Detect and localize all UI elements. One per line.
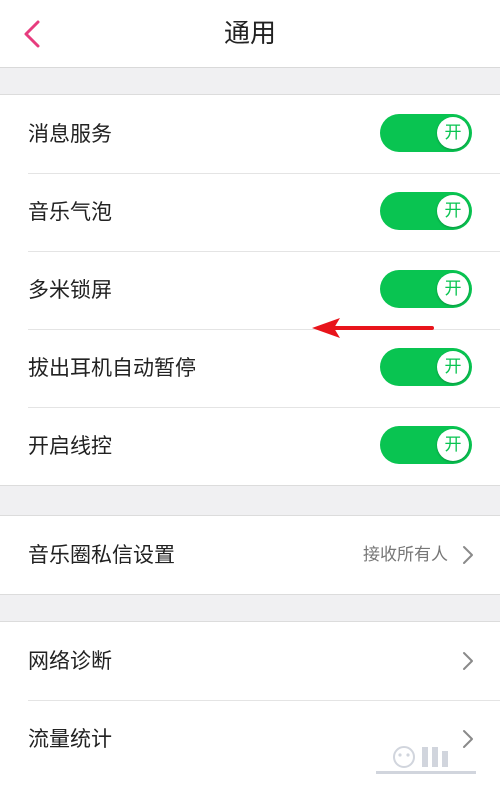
- setting-row-message-service: 消息服务 开: [0, 95, 500, 173]
- navigation-bar: 通用: [0, 0, 500, 68]
- back-button[interactable]: [20, 16, 50, 52]
- chevron-right-icon: [463, 546, 473, 564]
- toggle-knob: 开: [437, 351, 469, 383]
- setting-value: 接收所有人: [363, 545, 448, 565]
- setting-label: 流量统计: [28, 727, 112, 751]
- toggle-settings-group: 消息服务 开 音乐气泡 开 多米锁屏 开 拔出耳机自动暂停 开 开启线控 开: [0, 94, 500, 486]
- chevron-right-icon: [463, 652, 473, 670]
- headphone-pause-toggle[interactable]: 开: [380, 348, 472, 386]
- music-bubble-toggle[interactable]: 开: [380, 192, 472, 230]
- setting-label: 拔出耳机自动暂停: [28, 356, 196, 380]
- setting-label: 消息服务: [28, 122, 112, 146]
- setting-label: 多米锁屏: [28, 278, 112, 302]
- setting-row-traffic-stats[interactable]: 流量统计: [0, 700, 500, 778]
- setting-label: 音乐圈私信设置: [28, 543, 175, 567]
- message-service-toggle[interactable]: 开: [380, 114, 472, 152]
- lockscreen-toggle[interactable]: 开: [380, 270, 472, 308]
- toggle-knob: 开: [437, 195, 469, 227]
- privacy-settings-group: 音乐圈私信设置 接收所有人: [0, 515, 500, 595]
- setting-row-music-bubble: 音乐气泡 开: [0, 173, 500, 251]
- wire-control-toggle[interactable]: 开: [380, 426, 472, 464]
- setting-row-headphone-pause: 拔出耳机自动暂停 开: [0, 329, 500, 407]
- setting-row-private-message[interactable]: 音乐圈私信设置 接收所有人: [0, 516, 500, 594]
- setting-row-duomi-lockscreen: 多米锁屏 开: [0, 251, 500, 329]
- setting-label: 网络诊断: [28, 649, 112, 673]
- setting-row-wire-control: 开启线控 开: [0, 407, 500, 485]
- toggle-knob: 开: [437, 273, 469, 305]
- setting-label: 开启线控: [28, 434, 112, 458]
- setting-row-network-diagnosis[interactable]: 网络诊断: [0, 622, 500, 700]
- tools-settings-group: 网络诊断 流量统计: [0, 621, 500, 789]
- toggle-knob: 开: [437, 117, 469, 149]
- setting-label: 音乐气泡: [28, 200, 112, 224]
- page-title: 通用: [223, 19, 276, 49]
- toggle-knob: 开: [437, 429, 469, 461]
- chevron-left-icon: [24, 20, 40, 48]
- chevron-right-icon: [463, 730, 473, 748]
